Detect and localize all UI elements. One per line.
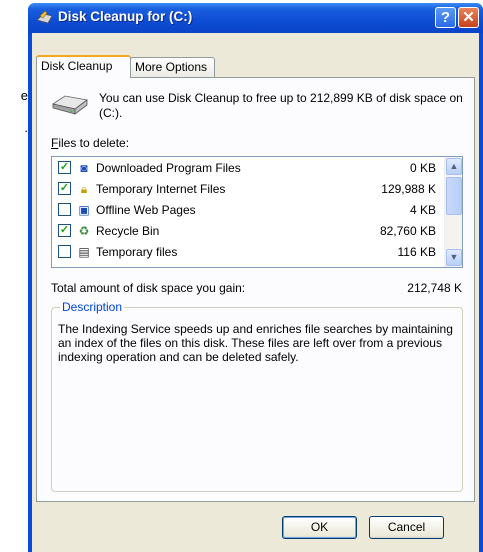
list-item[interactable]: ▤ Temporary files 116 KB <box>52 242 440 263</box>
disk-cleanup-window: Disk Cleanup for (C:) ? ✕ Disk Cleanup M… <box>28 3 483 552</box>
file-name: Temporary Internet Files <box>96 182 226 196</box>
checkbox[interactable]: ✓ <box>58 161 71 174</box>
file-size: 82,760 KB <box>379 224 436 238</box>
files-list[interactable]: ✓ ◙ Downloaded Program Files 0 KB ✓ 🔒︎ T… <box>51 156 463 268</box>
hard-drive-icon <box>52 95 88 115</box>
file-size: 116 KB <box>397 245 436 259</box>
file-size: 4 KB <box>409 203 436 217</box>
checkbox[interactable] <box>58 245 71 258</box>
file-name: Offline Web Pages <box>96 203 196 217</box>
file-name: Downloaded Program Files <box>96 161 241 175</box>
disk-cleanup-panel: You can use Disk Cleanup to free up to 2… <box>36 77 475 502</box>
tab-disk-cleanup[interactable]: Disk Cleanup <box>36 55 131 78</box>
downloaded-program-files-icon: ◙ <box>80 161 88 175</box>
list-scrollbar[interactable]: ▲ ▼ <box>444 157 462 267</box>
cancel-button[interactable]: Cancel <box>369 516 444 539</box>
ok-button[interactable]: OK <box>282 516 357 539</box>
tab-more-options[interactable]: More Options <box>130 57 215 77</box>
description-group: Description The Indexing Service speeds … <box>51 300 463 492</box>
list-item[interactable]: ✓ 🔒︎ Temporary Internet Files 129,988 K <box>52 179 440 200</box>
checkbox[interactable]: ✓ <box>58 182 71 195</box>
total-space-label: Total amount of disk space you gain: <box>51 281 246 295</box>
description-title: Description <box>60 300 125 314</box>
list-item[interactable]: ✓ ◙ Downloaded Program Files 0 KB <box>52 158 440 179</box>
disk-cleanup-icon <box>36 10 53 24</box>
temporary-files-icon: ▤ <box>78 245 90 259</box>
close-button[interactable]: ✕ <box>458 7 479 28</box>
intro-text: You can use Disk Cleanup to free up to 2… <box>99 91 463 120</box>
scroll-down-icon[interactable]: ▼ <box>446 249 462 266</box>
checkbox[interactable]: ✓ <box>58 224 71 237</box>
background-text-fragment: . <box>24 120 28 135</box>
temporary-internet-files-icon: 🔒︎ <box>80 182 88 196</box>
description-text: The Indexing Service speeds up and enric… <box>58 322 453 364</box>
background-text-fragment: e <box>20 88 28 103</box>
list-item[interactable]: ▣ Offline Web Pages 4 KB <box>52 200 440 221</box>
scroll-up-icon[interactable]: ▲ <box>446 158 462 175</box>
scroll-thumb[interactable] <box>446 177 462 215</box>
files-label-text: iles to delete: <box>58 136 130 150</box>
total-space-value: 212,748 K <box>407 281 462 295</box>
dialog-client-area: Disk Cleanup More Options You can use Di… <box>32 33 479 552</box>
help-button[interactable]: ? <box>435 7 456 28</box>
file-size: 129,988 K <box>381 182 436 196</box>
list-item[interactable]: ✓ ♻ Recycle Bin 82,760 KB <box>52 221 440 242</box>
file-size: 0 KB <box>409 161 436 175</box>
file-name: Recycle Bin <box>96 224 160 238</box>
title-bar[interactable]: Disk Cleanup for (C:) ? ✕ <box>28 3 483 33</box>
files-to-delete-label: Files to delete: <box>51 136 129 150</box>
checkbox[interactable] <box>58 203 71 216</box>
window-title: Disk Cleanup for (C:) <box>58 9 193 24</box>
recycle-bin-icon: ♻ <box>78 224 90 238</box>
offline-web-pages-icon: ▣ <box>78 203 90 217</box>
file-name: Temporary files <box>96 245 178 259</box>
